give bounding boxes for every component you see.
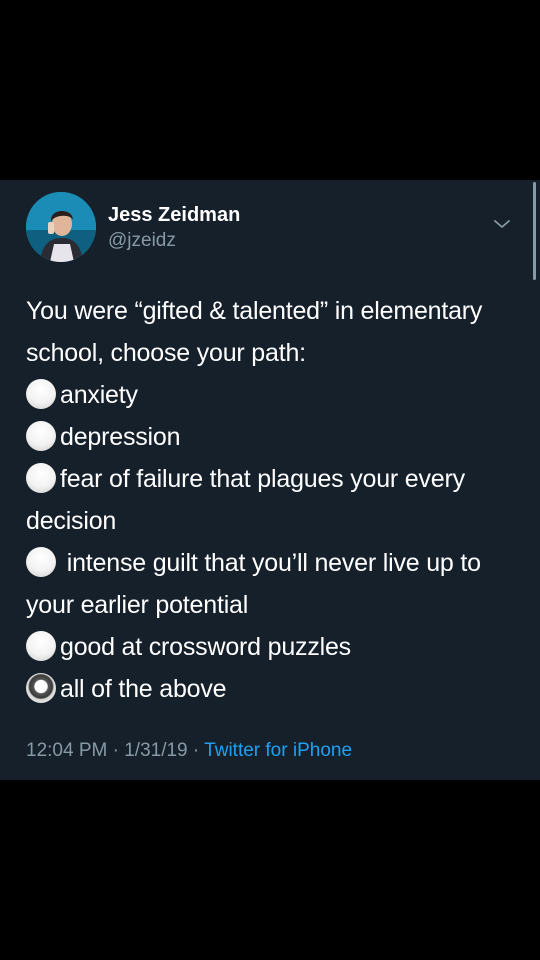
tweet-card[interactable]: Jess Zeidman @jzeidz You were “gifted & …: [0, 180, 540, 780]
user-handle[interactable]: @jzeidz: [108, 228, 240, 254]
option-text: fear of failure that plagues your every …: [26, 465, 465, 535]
tweet-header: Jess Zeidman @jzeidz: [26, 192, 514, 266]
radio-unchecked-icon: [26, 421, 56, 451]
avatar[interactable]: [26, 192, 96, 262]
radio-checked-icon: [26, 673, 56, 703]
option-text: depression: [60, 423, 181, 451]
radio-unchecked-icon: [26, 379, 56, 409]
radio-unchecked-icon: [26, 631, 56, 661]
option-item: anxiety: [26, 374, 514, 416]
user-block[interactable]: Jess Zeidman @jzeidz: [108, 202, 240, 254]
tweet-source-link[interactable]: Twitter for iPhone: [204, 740, 352, 761]
avatar-photo: [26, 192, 96, 262]
chevron-down-icon[interactable]: [490, 212, 514, 236]
option-item: all of the above: [26, 668, 514, 710]
tweet-time[interactable]: 12:04 PM: [26, 740, 107, 761]
tweet-intro: You were “gifted & talented” in elementa…: [26, 297, 483, 367]
radio-unchecked-icon: [26, 547, 56, 577]
scrollbar-thumb[interactable]: [533, 182, 536, 280]
tweet-date[interactable]: 1/31/19: [124, 740, 187, 761]
screen: Jess Zeidman @jzeidz You were “gifted & …: [0, 0, 540, 960]
option-item: depression: [26, 416, 514, 458]
option-item: fear of failure that plagues your every …: [26, 458, 514, 542]
display-name[interactable]: Jess Zeidman: [108, 202, 240, 228]
meta-separator: ·: [187, 740, 205, 761]
radio-unchecked-icon: [26, 463, 56, 493]
option-item: intense guilt that you’ll never live up …: [26, 542, 514, 626]
meta-separator: ·: [107, 740, 125, 761]
option-text: intense guilt that you’ll never live up …: [26, 549, 481, 619]
option-text: anxiety: [60, 381, 138, 409]
option-text: all of the above: [60, 675, 227, 703]
option-text: good at crossword puzzles: [60, 633, 351, 661]
option-item: good at crossword puzzles: [26, 626, 514, 668]
tweet-text: You were “gifted & talented” in elementa…: [26, 290, 514, 710]
scrollbar[interactable]: [533, 180, 536, 780]
tweet-meta: 12:04 PM · 1/31/19 · Twitter for iPhone: [26, 739, 352, 763]
